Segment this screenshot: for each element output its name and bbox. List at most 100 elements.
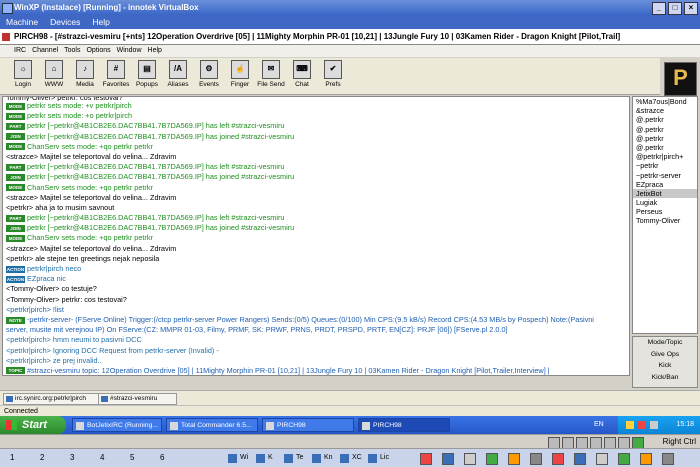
give-ops-button[interactable]: Give Ops — [633, 349, 697, 361]
menu-irc[interactable]: IRC — [14, 45, 26, 57]
host-app-button[interactable]: K — [256, 452, 273, 464]
event-tag: MODE — [6, 143, 25, 151]
media-icon: ♪ — [76, 60, 94, 79]
nick-item[interactable]: @.petrkr — [633, 125, 697, 134]
menu-options[interactable]: Options — [86, 45, 110, 57]
toolbar-prefs-button[interactable]: ✔ Prefs — [318, 60, 348, 88]
nick-item[interactable]: @petrkr|pirch+ — [633, 152, 697, 161]
toolbar-media-button[interactable]: ♪ Media — [70, 60, 100, 88]
virtual-desktop-5[interactable]: 5 — [130, 449, 134, 467]
host-tray-icon[interactable] — [442, 453, 454, 465]
close-icon[interactable]: × — [684, 2, 698, 15]
nick-item[interactable]: EZpraca — [633, 180, 697, 189]
mode-topic-button[interactable]: Mode/Topic — [633, 337, 697, 349]
tray-icon[interactable] — [626, 421, 634, 429]
nick-item[interactable]: Tommy-Oliver — [633, 216, 697, 225]
toolbar-label: Prefs — [325, 81, 341, 88]
toolbar-popups-button[interactable]: ▤ Popups — [132, 60, 162, 88]
kick-ban-button[interactable]: Kick/Ban — [633, 372, 697, 384]
app-icon — [228, 454, 237, 463]
vbox-menu-bar: Machine Devices Help — [0, 15, 700, 29]
host-tray-icon[interactable] — [530, 453, 542, 465]
toolbar-label: Login — [15, 81, 31, 88]
toolbar-login-button[interactable]: ☼ Login — [8, 60, 38, 88]
chat-line: JOIN petrkr [~petrkr@4B1CB2E6.DAC7BB41.7B… — [3, 172, 629, 182]
chat-window[interactable]: Tommy-Oliver> petrkr: cos testovai?MODEp… — [2, 96, 630, 376]
menu-channel[interactable]: Channel — [32, 45, 58, 57]
toolbar-chat-button[interactable]: ⌨ Chat — [287, 60, 317, 88]
popups-icon: ▤ — [138, 60, 156, 79]
host-tray-icon[interactable] — [508, 453, 520, 465]
virtual-desktop-6[interactable]: 6 — [160, 449, 164, 467]
app-icon — [284, 454, 293, 463]
maximize-icon[interactable]: □ — [668, 2, 682, 15]
host-app-button[interactable]: Wi — [228, 452, 248, 464]
tray-icon[interactable] — [650, 421, 658, 429]
toolbar-favorites-button[interactable]: # Favorites — [101, 60, 131, 88]
menu-machine[interactable]: Machine — [6, 15, 38, 29]
menu-tools[interactable]: Tools — [64, 45, 80, 57]
host-tray-icon[interactable] — [618, 453, 630, 465]
nick-list[interactable]: %Ma7ous|Bond &strazce @.petrkr @.petrkr @.pe… — [632, 96, 698, 334]
host-tray-icon[interactable] — [640, 453, 652, 465]
nick-item[interactable]: Lugiak — [633, 198, 697, 207]
menu-devices[interactable]: Devices — [50, 15, 80, 29]
switch-server[interactable]: irc.synirc.org:petrkr|pirch — [3, 393, 108, 405]
nick-item[interactable]: Perseus — [633, 207, 697, 216]
virtual-desktop-2[interactable]: 2 — [40, 449, 44, 467]
host-tray-icon[interactable] — [486, 453, 498, 465]
host-tray-icon[interactable] — [596, 453, 608, 465]
host-app-button[interactable]: Kn — [312, 452, 333, 464]
menu-help-pirch[interactable]: Help — [148, 45, 162, 57]
host-app-button[interactable]: Lic — [368, 452, 389, 464]
chat-text: ChanServ sets mode: +qo petrkr petrkr — [27, 182, 153, 192]
tray-icon[interactable] — [638, 421, 646, 429]
nick-item[interactable]: %Ma7ous|Bond — [633, 97, 697, 106]
nick-item[interactable]: JetixBot — [633, 188, 697, 199]
chat-text: petrkr|pirch neco — [27, 264, 82, 273]
chat-text: <Tommy-Oliver> co testuje? — [6, 284, 97, 294]
chat-line: <petrkr> aha ja to musim savnout — [3, 203, 629, 213]
clock[interactable]: 15:18 — [676, 416, 694, 434]
chat-text: #strazci-vesmiru topic: 12Operation Over… — [27, 365, 550, 375]
nick-item[interactable]: @.petrkr — [633, 115, 697, 124]
toolbar-aliases-button[interactable]: /A Aliases — [163, 60, 193, 88]
chat-line: TOPIC #strazci-vesmiru topic: 12Operation… — [3, 365, 629, 375]
chat-text: petrkr [~petrkr@4B1CB2E6.DAC7BB41.7B7DA5… — [27, 121, 285, 131]
menu-help[interactable]: Help — [92, 15, 109, 29]
nick-item[interactable]: &strazce — [633, 106, 697, 115]
minimize-icon[interactable]: _ — [652, 2, 666, 15]
toolbar-events-button[interactable]: ⚙ Events — [194, 60, 224, 88]
event-tag: JOIN — [6, 173, 25, 181]
toolbar-label: Aliases — [167, 81, 189, 88]
start-button[interactable]: Start — [0, 416, 66, 434]
event-tag: ACTION — [6, 275, 25, 283]
host-tray-icon[interactable] — [420, 453, 432, 465]
task-pirch-2[interactable]: PIRCH98 — [358, 418, 450, 432]
host-tray-icon[interactable] — [552, 453, 564, 465]
virtual-desktop-3[interactable]: 3 — [70, 449, 74, 467]
language-indicator[interactable]: EN — [594, 416, 604, 434]
menu-window[interactable]: Window — [117, 45, 142, 57]
chat-line: <strazce> Majitel se teleportoval do vel… — [3, 193, 629, 203]
task-botjetix[interactable]: BotJetixIRC (Running... — [72, 418, 162, 432]
host-tray-icon[interactable] — [574, 453, 586, 465]
host-app-button[interactable]: Te — [284, 452, 303, 464]
virtual-desktop-4[interactable]: 4 — [100, 449, 104, 467]
nick-item[interactable]: @.petrkr — [633, 134, 697, 143]
toolbar-finger-button[interactable]: ☝ Finger — [225, 60, 255, 88]
kick-button[interactable]: Kick — [633, 360, 697, 372]
toolbar-www-button[interactable]: ⌂ WWW — [39, 60, 69, 88]
nick-item[interactable]: ~petrkr — [633, 161, 697, 170]
switch-channel[interactable]: #strazci-vesmiru — [98, 393, 177, 405]
nick-item[interactable]: ~petrkr-server — [633, 171, 697, 180]
task-pirch-1[interactable]: PIRCH98 — [262, 418, 354, 432]
chat-line: <petrkr|pirch> Ignoring DCC Request from… — [3, 346, 629, 356]
host-app-button[interactable]: XC — [340, 452, 362, 464]
virtual-desktop-1[interactable]: 1 — [10, 449, 14, 467]
task-total-commander[interactable]: Total Commander 6.5... — [166, 418, 258, 432]
host-tray-icon[interactable] — [464, 453, 476, 465]
host-tray-icon[interactable] — [662, 453, 674, 465]
nick-item[interactable]: @.petrkr — [633, 143, 697, 152]
toolbar-file-send-button[interactable]: ✉ File Send — [256, 60, 286, 88]
